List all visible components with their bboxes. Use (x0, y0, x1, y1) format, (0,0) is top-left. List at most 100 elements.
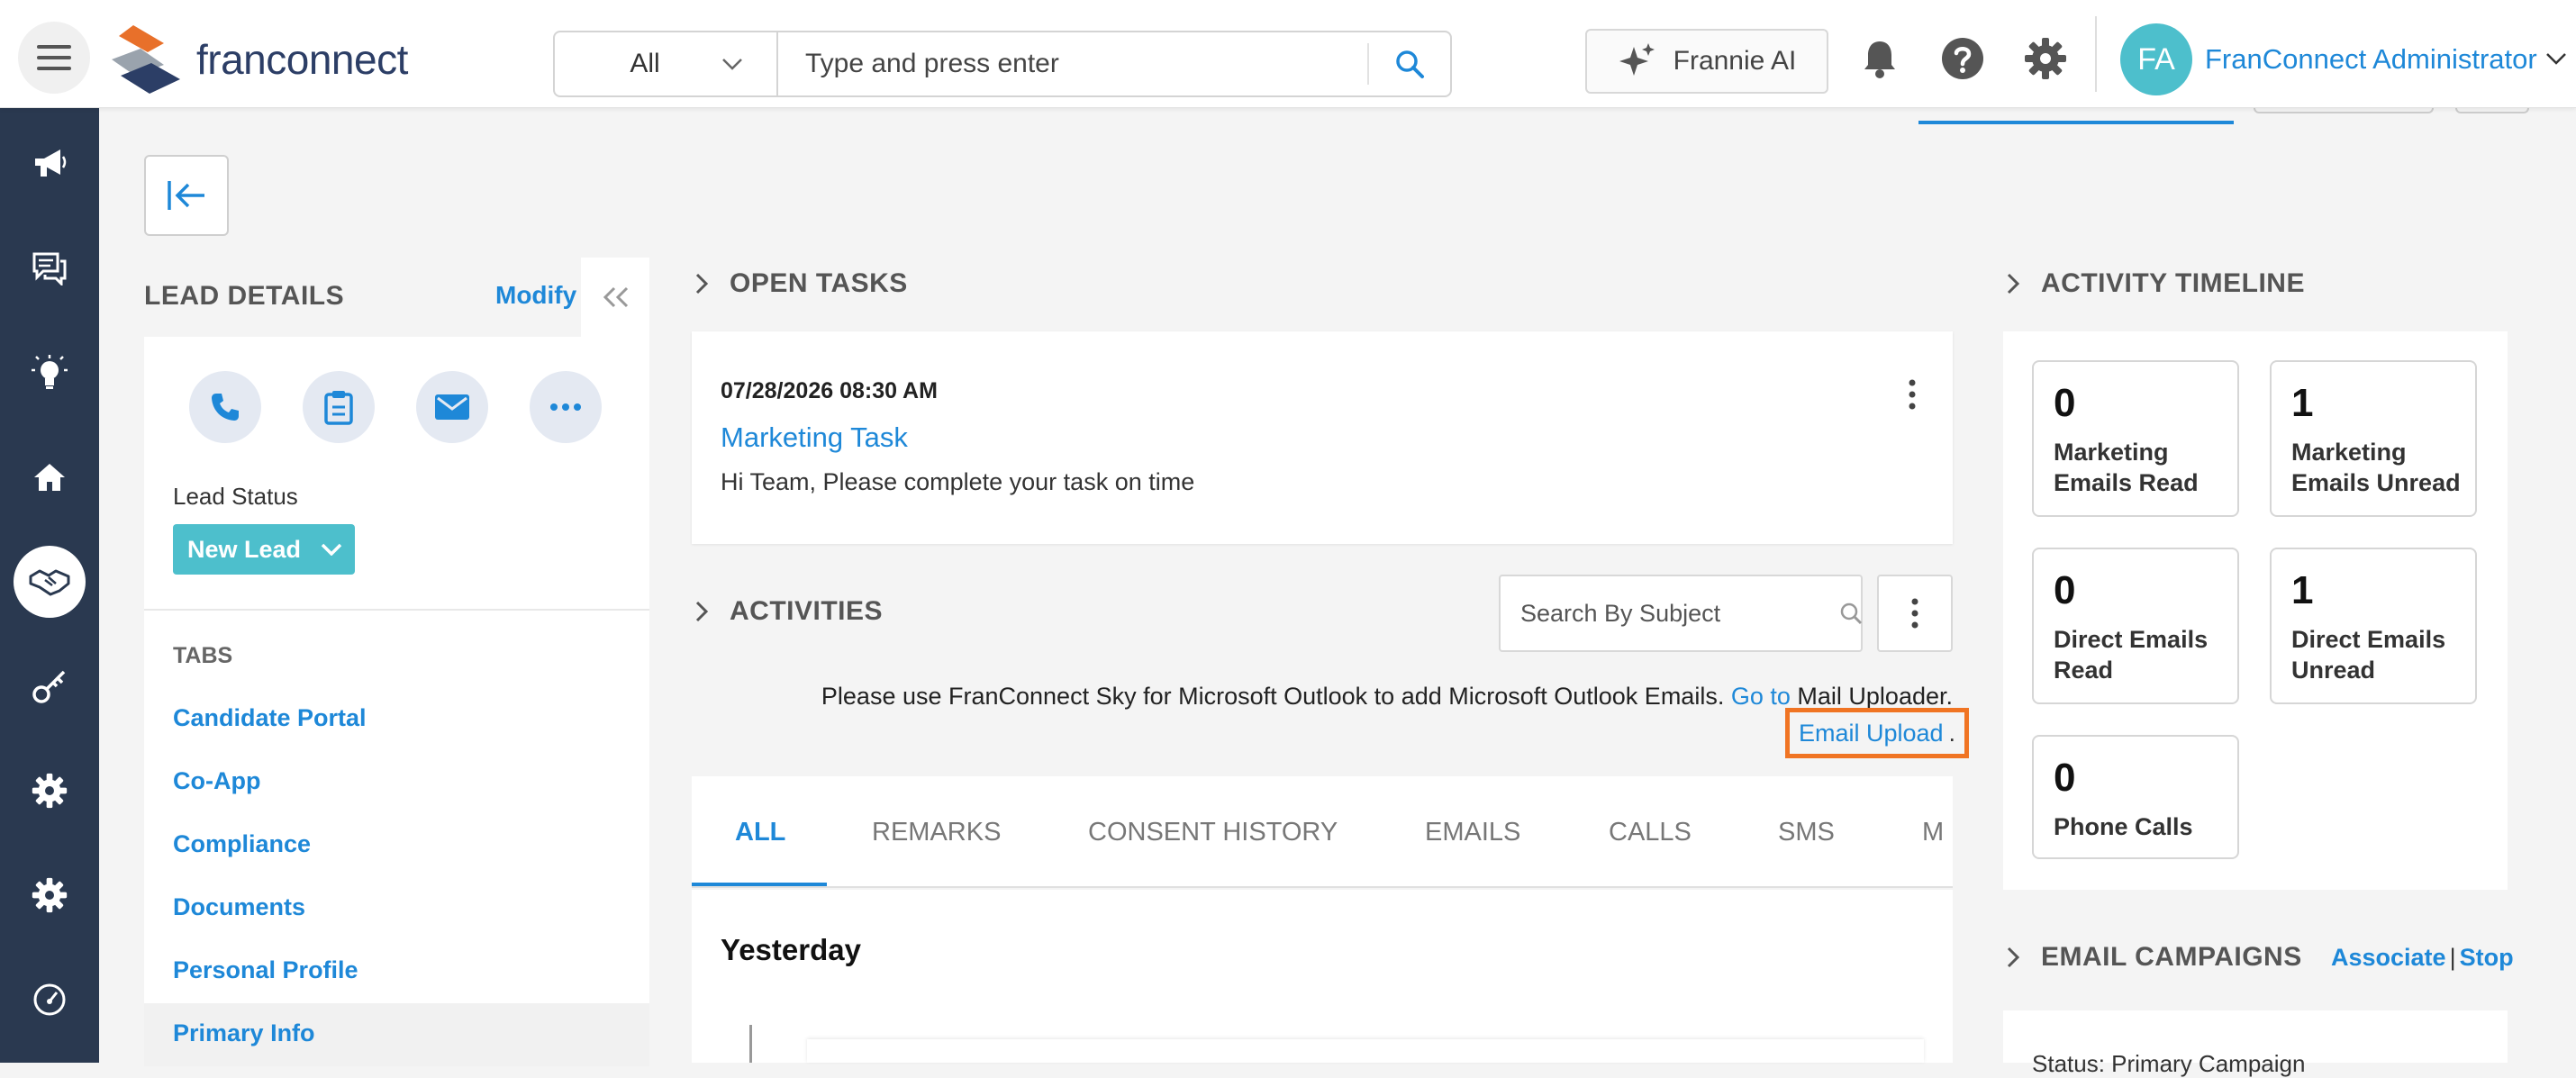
chevron-down-icon[interactable] (2545, 52, 2567, 65)
frannie-ai-button[interactable]: Frannie AI (1585, 29, 1828, 94)
side-navigation (0, 108, 99, 1063)
tab-remarks[interactable]: REMARKS (872, 818, 1001, 847)
task-button[interactable] (303, 371, 375, 443)
more-vertical-icon (1911, 598, 1918, 629)
feed-day-label: Yesterday (721, 933, 861, 966)
email-upload-highlight[interactable]: Email Upload . (1785, 708, 1969, 758)
hamburger-menu-button[interactable] (18, 22, 90, 94)
peek-tab-underline (1918, 121, 2234, 124)
help-button[interactable] (1940, 36, 1985, 81)
stat-label: Marketing Emails Unread (2291, 439, 2461, 496)
stat-card[interactable]: 1 Direct Emails Unread (2270, 548, 2477, 704)
feed-item-card[interactable] (807, 1039, 1924, 1063)
nav-deals[interactable] (14, 546, 86, 618)
call-button[interactable] (189, 371, 261, 443)
email-upload-link[interactable]: Email Upload (1799, 720, 1944, 747)
nav-access[interactable] (14, 650, 86, 722)
associate-link[interactable]: Associate (2331, 944, 2446, 971)
open-tasks-title: OPEN TASKS (730, 268, 908, 298)
tab-consent-history[interactable]: CONSENT HISTORY (1088, 818, 1338, 847)
search-scope-value: All (630, 49, 660, 78)
activity-timeline-title: ACTIVITY TIMELINE (2041, 268, 2305, 298)
nav-ideas[interactable] (14, 337, 86, 409)
collapse-panel-button[interactable] (144, 155, 229, 236)
double-chevron-left-icon (603, 286, 629, 308)
email-button[interactable] (416, 371, 488, 443)
task-description: Hi Team, Please complete your task on ti… (721, 468, 1195, 495)
subject-search (1499, 575, 1863, 652)
avatar[interactable]: FA (2120, 23, 2192, 95)
global-search-input[interactable] (778, 32, 1367, 95)
gear-icon (32, 773, 68, 809)
activities-menu-button[interactable] (1877, 575, 1953, 652)
more-actions-button[interactable] (530, 371, 602, 443)
nav-settings[interactable] (14, 755, 86, 827)
tab-all[interactable]: ALL (735, 818, 785, 847)
tab-emails[interactable]: EMAILS (1425, 818, 1520, 847)
gear-icon (2025, 38, 2066, 79)
task-datetime: 07/28/2026 08:30 AM (721, 378, 938, 403)
franconnect-logo[interactable]: franconnect (108, 23, 408, 95)
email-campaigns-card: Status: Primary Campaign (2003, 1010, 2508, 1077)
nav-marketing[interactable] (14, 128, 86, 200)
task-title-link[interactable]: Marketing Task (721, 421, 908, 454)
outlook-notice: Please use FranConnect Sky for Microsoft… (821, 683, 1953, 711)
stat-value: 0 (2054, 381, 2076, 425)
notifications-button[interactable] (1857, 36, 1902, 81)
nav-messages[interactable] (14, 232, 86, 304)
mail-uploader-text: Mail Uploader. (1797, 683, 1953, 710)
tab-link-candidate-portal[interactable]: Candidate Portal (173, 704, 367, 732)
lead-status-label: Lead Status (173, 483, 298, 510)
lead-details-card: Lead Status New Lead TABS Candidate Port… (144, 337, 649, 1066)
nav-home[interactable] (14, 441, 86, 513)
chevron-right-icon (695, 273, 708, 294)
search-icon (1840, 602, 1863, 625)
chevron-right-icon (2007, 947, 2019, 968)
collapse-lead-details-button[interactable] (581, 258, 649, 337)
stat-card[interactable]: 1 Marketing Emails Unread (2270, 360, 2477, 517)
stat-label: Marketing Emails Read (2054, 439, 2199, 496)
modify-link[interactable]: Modify (495, 281, 576, 310)
chat-icon (32, 252, 67, 285)
tab-link-compliance[interactable]: Compliance (173, 830, 311, 858)
stat-card[interactable]: 0 Marketing Emails Read (2032, 360, 2239, 517)
goto-link[interactable]: Go to (1731, 683, 1791, 710)
gear-icon (32, 877, 68, 913)
tab-calls[interactable]: CALLS (1609, 818, 1692, 847)
subject-search-button[interactable] (1839, 602, 1863, 625)
lead-details-title: LEAD DETAILS (144, 281, 345, 311)
tab-link-co-app[interactable]: Co-App (173, 767, 260, 795)
nav-admin[interactable] (14, 859, 86, 931)
tab-more[interactable]: M (1922, 818, 1944, 847)
tab-link-primary-info[interactable]: Primary Info (173, 1019, 315, 1047)
chevron-down-icon (321, 543, 342, 556)
user-menu-name[interactable]: FranConnect Administrator (2205, 43, 2537, 76)
stop-link[interactable]: Stop (2460, 944, 2514, 971)
home-icon (34, 464, 65, 491)
search-scope-select[interactable]: All (555, 32, 778, 95)
tab-link-documents[interactable]: Documents (173, 893, 305, 921)
lightbulb-icon (32, 355, 68, 389)
task-card: 07/28/2026 08:30 AM Marketing Task Hi Te… (692, 331, 1953, 544)
stat-card[interactable]: 0 Phone Calls (2032, 735, 2239, 859)
task-menu-button[interactable] (1899, 376, 1926, 412)
activities-title: ACTIVITIES (730, 596, 884, 626)
stat-value: 0 (2054, 568, 2076, 612)
subject-search-input[interactable] (1501, 599, 1839, 628)
lead-status-dropdown[interactable]: New Lead (173, 524, 355, 575)
activity-timeline-header[interactable]: ACTIVITY TIMELINE (2007, 268, 2305, 299)
activities-header[interactable]: ACTIVITIES (695, 596, 883, 627)
tab-sms[interactable]: SMS (1778, 818, 1835, 847)
chevron-right-icon (695, 601, 708, 622)
more-vertical-icon (1909, 379, 1916, 410)
email-campaigns-header[interactable]: EMAIL CAMPAIGNS (2007, 942, 2302, 973)
open-tasks-header[interactable]: OPEN TASKS (695, 268, 908, 299)
tab-link-personal-profile[interactable]: Personal Profile (173, 956, 358, 984)
search-button[interactable] (1367, 43, 1450, 85)
stat-card[interactable]: 0 Direct Emails Read (2032, 548, 2239, 704)
handshake-icon (29, 569, 70, 596)
settings-button[interactable] (2023, 36, 2068, 81)
megaphone-icon (35, 149, 67, 177)
stat-value: 1 (2291, 381, 2314, 425)
nav-dashboard[interactable] (14, 964, 86, 1036)
